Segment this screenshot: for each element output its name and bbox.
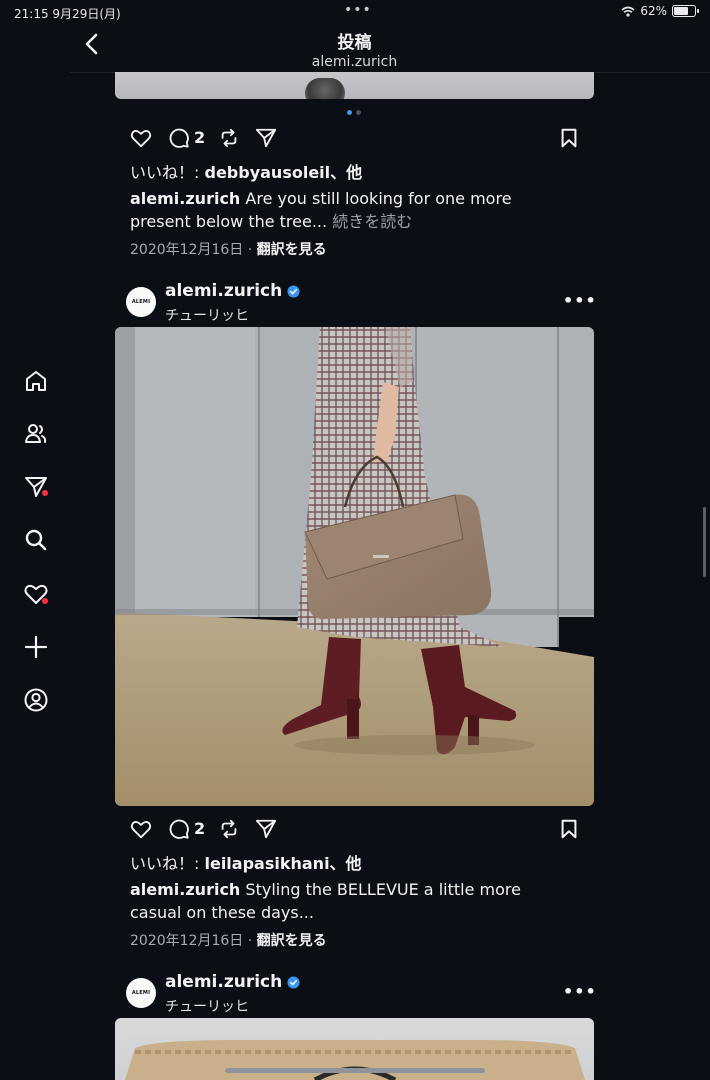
page-subtitle[interactable]: alemi.zurich [70,54,639,70]
post-date: 2020年12月16日 [130,242,244,258]
more-options-button[interactable]: ••• [563,982,597,1001]
search-icon[interactable] [23,527,49,553]
post3-username[interactable]: alemi.zurich [165,972,300,992]
post1-image[interactable] [115,72,594,99]
post1-meta: 2020年12月16日 · 翻訳を見る [130,242,327,258]
caption-username[interactable]: alemi.zurich [130,880,240,899]
liked-by-user[interactable]: debbyausoleil [204,163,330,182]
comment-icon[interactable] [168,127,190,149]
battery-icon [672,5,699,17]
caption-username[interactable]: alemi.zurich [130,189,240,208]
messages-badge [42,490,48,496]
notifications-nav[interactable] [0,581,70,611]
repost-icon[interactable] [218,818,240,840]
like-heart-icon[interactable] [130,818,152,840]
messages-nav[interactable] [0,474,70,504]
carousel-dot [356,110,361,115]
product-detail [305,78,345,99]
post2-actions: 2 [130,818,580,842]
share-icon[interactable] [255,127,277,149]
see-translation-link[interactable]: 翻訳を見る [257,933,327,949]
liked-by-user[interactable]: leilapasikhani [204,854,329,873]
avatar[interactable]: ALEMI [126,287,156,317]
post2-location[interactable]: チューリッヒ [165,305,249,325]
page-title: 投稿 [337,33,372,53]
multitasking-dots[interactable]: ••• [344,2,372,18]
post2-caption: alemi.zurich Styling the BELLEVUE a litt… [130,880,521,922]
read-more-link[interactable]: 続きを読む [332,212,412,231]
repost-icon[interactable] [218,127,240,149]
more-options-button[interactable]: ••• [563,291,597,310]
verified-badge-icon [287,975,300,989]
post-date: 2020年12月16日 [130,933,244,949]
share-icon[interactable] [255,818,277,840]
post1-likes: いいね！: debbyausoleil、他 [130,163,363,182]
post1-actions: 2 [130,127,580,151]
verified-badge-icon [287,284,300,298]
like-heart-icon[interactable] [130,127,152,149]
post1-caption: alemi.zurich Are you still looking for o… [130,189,512,231]
profile-icon[interactable] [23,687,49,713]
see-translation-link[interactable]: 翻訳を見る [257,242,327,258]
post2-meta: 2020年12月16日 · 翻訳を見る [130,933,327,949]
comment-icon[interactable] [168,818,190,840]
fashion-photo [115,327,594,806]
post2-likes: いいね！: leilapasikhani、他 [130,854,362,873]
comment-count[interactable]: 2 [194,819,205,838]
battery-percent: 62% [640,4,667,18]
status-right: 62% [621,4,699,18]
post-header: 投稿 alemi.zurich [70,24,710,73]
status-bar: 21:15 9月29日(月) ••• 62% [0,0,710,24]
home-indicator[interactable] [225,1068,485,1073]
messages-icon[interactable] [23,474,49,500]
create-plus-icon[interactable] [23,634,49,660]
avatar[interactable]: ALEMI [126,978,156,1008]
home-icon[interactable] [23,368,49,394]
post2-username[interactable]: alemi.zurich [165,281,300,301]
post2-photo[interactable] [115,327,594,806]
bookmark-icon[interactable] [558,127,580,149]
carousel-dot-active [347,110,352,115]
reels-icon[interactable] [23,421,49,447]
notifications-badge [42,598,48,604]
post3-location[interactable]: チューリッヒ [165,996,249,1016]
bookmark-icon[interactable] [558,818,580,840]
comment-count[interactable]: 2 [194,128,205,147]
wifi-icon [621,6,635,17]
carousel-indicator [347,110,361,115]
status-time: 21:15 9月29日(月) [14,7,121,21]
scrollbar[interactable] [703,507,706,577]
